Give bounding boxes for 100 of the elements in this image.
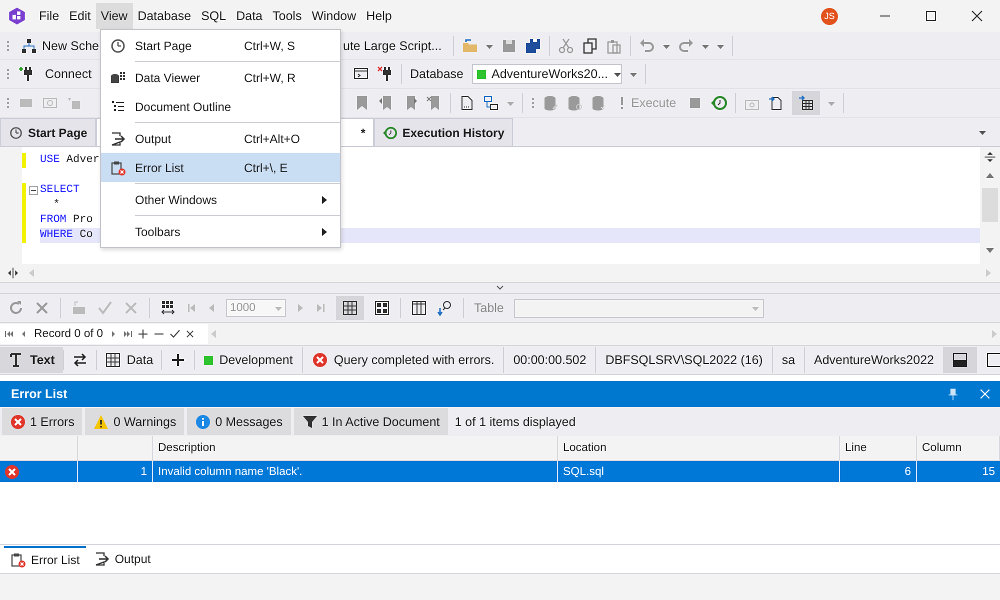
menu-bar-item[interactable]: SQL <box>196 3 232 29</box>
export-grid-icon[interactable] <box>798 95 814 111</box>
close-icon[interactable] <box>969 8 985 24</box>
menu-bar-item[interactable]: Database <box>132 3 196 29</box>
close-icon[interactable] <box>185 329 196 339</box>
copy-icon[interactable] <box>582 38 598 54</box>
warning-icon <box>93 414 110 430</box>
items-summary: 1 of 1 items displayed <box>454 414 576 428</box>
filter-button[interactable]: 0 Messages <box>187 408 291 435</box>
export-document-icon[interactable] <box>768 95 784 111</box>
paste-icon[interactable] <box>606 38 622 54</box>
add-icon[interactable] <box>170 352 186 368</box>
folder-icon[interactable] <box>462 38 478 54</box>
pin-icon[interactable] <box>946 386 960 402</box>
add-icon[interactable] <box>137 328 150 340</box>
start-page-icon <box>9 124 23 140</box>
resize-columns-icon[interactable] <box>160 300 176 316</box>
panel-hide-icon[interactable] <box>986 352 1000 368</box>
output-icon <box>94 551 110 567</box>
splitter-caret-icon[interactable] <box>495 284 505 292</box>
document-tab[interactable]: Execution History <box>374 118 514 146</box>
shortcut-text: Ctrl+W, S <box>244 38 296 52</box>
view-tab[interactable]: Data <box>96 347 162 373</box>
database-edit-icon[interactable] <box>543 95 559 111</box>
panel-tab[interactable]: Error List <box>4 546 86 572</box>
database-check-icon[interactable] <box>591 95 607 111</box>
redo-icon[interactable] <box>678 38 694 54</box>
history-icon[interactable] <box>711 95 728 111</box>
find-icon[interactable] <box>437 300 453 316</box>
grid-view-icon[interactable] <box>342 300 358 316</box>
menu-bar-item[interactable]: Tools <box>268 3 307 29</box>
split-editor-icon[interactable] <box>983 150 997 164</box>
column-header[interactable]: Location <box>558 436 840 461</box>
shortcut-text: Ctrl+\, E <box>244 160 288 174</box>
menu-item[interactable]: Other Windows <box>101 185 340 214</box>
cut-icon[interactable] <box>558 38 574 54</box>
code-line: * <box>52 198 60 213</box>
refresh-icon[interactable] <box>8 300 24 316</box>
bookmark-icon[interactable] <box>354 95 370 111</box>
execute-large-script-button[interactable]: ute Large Script... <box>340 36 445 54</box>
document-icon[interactable] <box>459 95 475 111</box>
column-header[interactable]: Line <box>840 436 917 461</box>
database-refresh-icon[interactable] <box>567 95 583 111</box>
error-icon <box>4 464 20 480</box>
view-tab[interactable]: Text <box>0 347 63 373</box>
menu-bar-item[interactable]: File <box>34 3 64 29</box>
menu-item[interactable]: Data Viewer Ctrl+W, R <box>101 63 340 92</box>
menu-bar-item[interactable]: Data <box>231 3 268 29</box>
disconnect-icon[interactable] <box>377 66 393 82</box>
columns-icon[interactable] <box>411 300 427 316</box>
menu-item[interactable]: Start Page Ctrl+W, S <box>101 31 340 60</box>
grid-view-icon <box>104 352 121 368</box>
split-horizontal-icon[interactable] <box>6 265 20 281</box>
history-icon <box>383 124 398 140</box>
filter-button[interactable]: 1 Errors <box>2 408 82 435</box>
error-row[interactable]: 1 Invalid column name 'Black'. SQL.sql 6 15 <box>0 461 1000 482</box>
database-dropdown[interactable]: AdventureWorks20... <box>472 64 622 84</box>
document-tab[interactable]: Start Page <box>0 118 96 146</box>
menu-item[interactable]: Document Outline <box>101 92 340 121</box>
swap-icon[interactable] <box>72 352 88 368</box>
toolbar-grip-icon[interactable] <box>6 66 10 82</box>
maximize-icon[interactable] <box>923 8 939 24</box>
new-schema-button[interactable]: New Sche <box>18 36 102 56</box>
schema-icon[interactable] <box>21 38 37 54</box>
column-header[interactable]: Column <box>917 436 1000 461</box>
check-icon[interactable] <box>169 328 182 340</box>
toolbar-grip-icon[interactable] <box>531 95 535 111</box>
shortcut-text: Ctrl+Alt+O <box>244 132 300 146</box>
connect-button[interactable]: Connect <box>42 65 95 83</box>
terminal-icon[interactable] <box>353 66 369 82</box>
toolbar-grip-icon[interactable] <box>6 95 10 111</box>
new-connection-icon[interactable] <box>18 66 34 82</box>
clipboard-error-icon <box>110 160 126 176</box>
save-all-icon[interactable] <box>524 38 541 54</box>
tree-icon[interactable] <box>483 95 499 111</box>
menu-item[interactable]: Toolbars <box>101 217 340 246</box>
elapsed-time: 00:00:00.502 <box>513 353 586 367</box>
save-icon[interactable] <box>500 38 517 54</box>
start-page-icon <box>110 38 126 54</box>
bookmark-clear-icon[interactable] <box>426 95 442 111</box>
undo-icon[interactable] <box>638 38 655 54</box>
menu-bar-item[interactable]: Edit <box>64 3 96 29</box>
menu-bar-item[interactable]: View <box>96 3 133 29</box>
cancel-icon[interactable] <box>34 300 50 316</box>
panel-title: Error List <box>11 387 68 401</box>
menu-bar-item[interactable]: Window <box>306 3 362 29</box>
fold-toggle-icon[interactable] <box>28 186 38 195</box>
text-view-icon <box>8 352 24 368</box>
user-avatar[interactable]: JS <box>821 8 838 24</box>
column-header[interactable]: Description <box>153 436 558 461</box>
bookmark-prev-icon[interactable] <box>378 95 394 111</box>
filter-button[interactable]: 1 In Active Document <box>294 408 448 435</box>
panel-bottom-icon[interactable] <box>952 352 968 368</box>
card-view-icon[interactable] <box>374 300 390 316</box>
panel-tab[interactable]: Output <box>88 546 157 572</box>
menu-item[interactable]: Error List Ctrl+\, E <box>101 153 340 182</box>
menu-bar-item[interactable]: Help <box>361 3 397 29</box>
menu-item[interactable]: Output Ctrl+Alt+O <box>101 124 340 153</box>
table-cell: Invalid column name 'Black'. <box>158 466 302 478</box>
filter-button[interactable]: 0 Warnings <box>85 408 184 435</box>
